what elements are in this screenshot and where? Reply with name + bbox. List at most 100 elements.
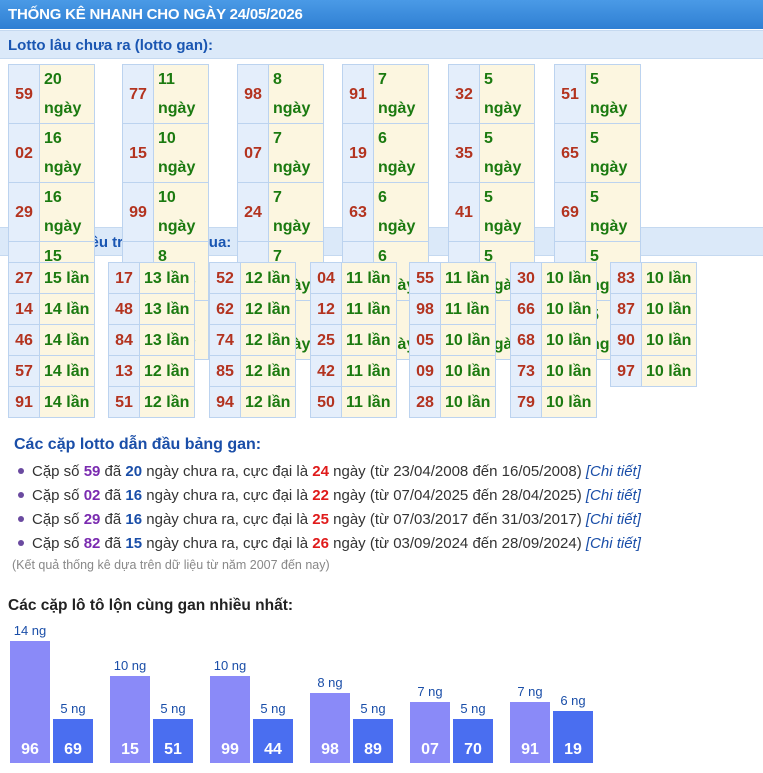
gan-row: 32 5 ngày [448,64,535,124]
gan-number: 98 [237,64,269,124]
bar-number: 96 [21,741,39,758]
nhieu-number: 97 [610,355,642,387]
nhieu-row: 46 14 lần [8,324,95,356]
bar-value-label: 6 ng [560,693,586,708]
detail-link[interactable]: [Chi tiết] [586,487,641,504]
nhieu-count: 10 lần [541,324,597,356]
bar-number: 07 [421,741,439,758]
gan-number: 51 [554,64,586,124]
nhieu-number: 30 [510,262,542,294]
nhieu-number: 83 [610,262,642,294]
gan-count: 7 ngày [268,123,324,183]
gan-row: 15 10 ngày [122,123,209,183]
nhieu-row: 28 10 lần [409,386,496,418]
nhieu-count: 12 lần [240,293,296,325]
nhieu-count: 10 lần [641,324,697,356]
nhieu-row: 94 12 lần [209,386,296,418]
gan-count: 6 ngày [373,182,429,242]
dandau-item: Cặp số 82 đã 15 ngày chưa ra, cực đại là… [18,533,641,557]
nhieu-row: 14 14 lần [8,293,95,325]
bar-value-label: 5 ng [460,701,486,716]
nhieu-table: 55 11 lần 98 11 lần 05 10 lần 09 10 lần 28 10 lần [409,262,496,418]
nhieu-number: 57 [8,355,40,387]
nhieu-number: 94 [209,386,241,418]
nhieu-number: 85 [209,355,241,387]
pair-bar: 98 [310,693,350,763]
nhieu-number: 27 [8,262,40,294]
nhieu-number: 17 [108,262,140,294]
gan-number: 32 [448,64,480,124]
nhieu-count: 10 lần [541,262,597,294]
gan-row: 63 6 ngày [342,182,429,242]
gan-number: 29 [8,182,40,242]
nhieu-count: 14 lần [39,386,95,418]
gan-number: 35 [448,123,480,183]
bar-value-label: 14 ng [13,623,47,638]
nhieu-count: 13 lần [139,262,195,294]
nhieu-count: 10 lần [440,355,496,387]
gan-row: 24 7 ngày [237,182,324,242]
gan-row: 35 5 ngày [448,123,535,183]
gan-count: 5 ngày [479,64,535,124]
bar-value-label: 5 ng [360,701,386,716]
nhieu-row: 57 14 lần [8,355,95,387]
gan-number: 19 [342,123,374,183]
nhieu-table: 27 15 lần 14 14 lần 46 14 lần 57 14 lần 91 14 lần [8,262,95,418]
nhieu-row: 09 10 lần [409,355,496,387]
nhieu-count: 11 lần [440,262,496,294]
bar-number: 51 [164,741,182,758]
nhieu-count: 11 lần [341,355,397,387]
gan-row: 29 16 ngày [8,182,95,242]
nhieu-number: 46 [8,324,40,356]
pairs-chart-title: Các cặp lô tô lộn cùng gan nhiều nhất: [8,597,294,614]
gan-count: 5 ngày [585,182,641,242]
gan-row: 59 20 ngày [8,64,95,124]
nhieu-number: 91 [8,386,40,418]
bar-number: 70 [464,741,482,758]
bullet-icon [18,468,24,475]
detail-link[interactable]: [Chi tiết] [586,463,641,480]
bar-number: 99 [221,741,239,758]
nhieu-number: 52 [209,262,241,294]
nhieu-table: 30 10 lần 66 10 lần 68 10 lần 73 10 lần 79 10 lần [510,262,597,418]
pair-bar: 91 [510,702,550,763]
nhieu-count: 11 lần [341,324,397,356]
pair-bar: 89 [353,719,393,763]
nhieu-count: 12 lần [240,386,296,418]
days-count: 16 [125,487,143,504]
gan-count: 7 ngày [268,182,324,242]
gan-count: 8 ngày [268,64,324,124]
nhieu-number: 42 [310,355,342,387]
gan-number: 69 [554,182,586,242]
gan-count: 10 ngày [153,182,209,242]
nhieu-count: 13 lần [139,324,195,356]
nhieu-number: 55 [409,262,441,294]
gan-row: 91 7 ngày [342,64,429,124]
max-days: 26 [312,535,329,552]
pair-bar: 70 [453,719,493,763]
nhieu-count: 15 lần [39,262,95,294]
nhieu-row: 68 10 lần [510,324,597,356]
detail-link[interactable]: [Chi tiết] [586,511,641,528]
pair-bar: 51 [153,719,193,763]
bar-number: 69 [64,741,82,758]
gan-row: 69 5 ngày [554,182,641,242]
nhieu-row: 84 13 lần [108,324,195,356]
nhieu-row: 74 12 lần [209,324,296,356]
nhieu-row: 87 10 lần [610,293,697,325]
gan-count: 5 ngày [479,182,535,242]
gan-number: 15 [122,123,154,183]
detail-link[interactable]: [Chi tiết] [586,535,641,552]
gan-number: 63 [342,182,374,242]
gan-count: 5 ngày [585,123,641,183]
nhieu-row: 52 12 lần [209,262,296,294]
gan-number: 91 [342,64,374,124]
bar-value-label: 7 ng [517,684,543,699]
gan-section-title: Lotto lâu chưa ra (lotto gan): [0,30,763,59]
gan-count: 7 ngày [373,64,429,124]
nhieu-row: 04 11 lần [310,262,397,294]
pair-bar: 99 [210,676,250,763]
gan-row: 41 5 ngày [448,182,535,242]
gan-number: 07 [237,123,269,183]
nhieu-count: 10 lần [541,293,597,325]
